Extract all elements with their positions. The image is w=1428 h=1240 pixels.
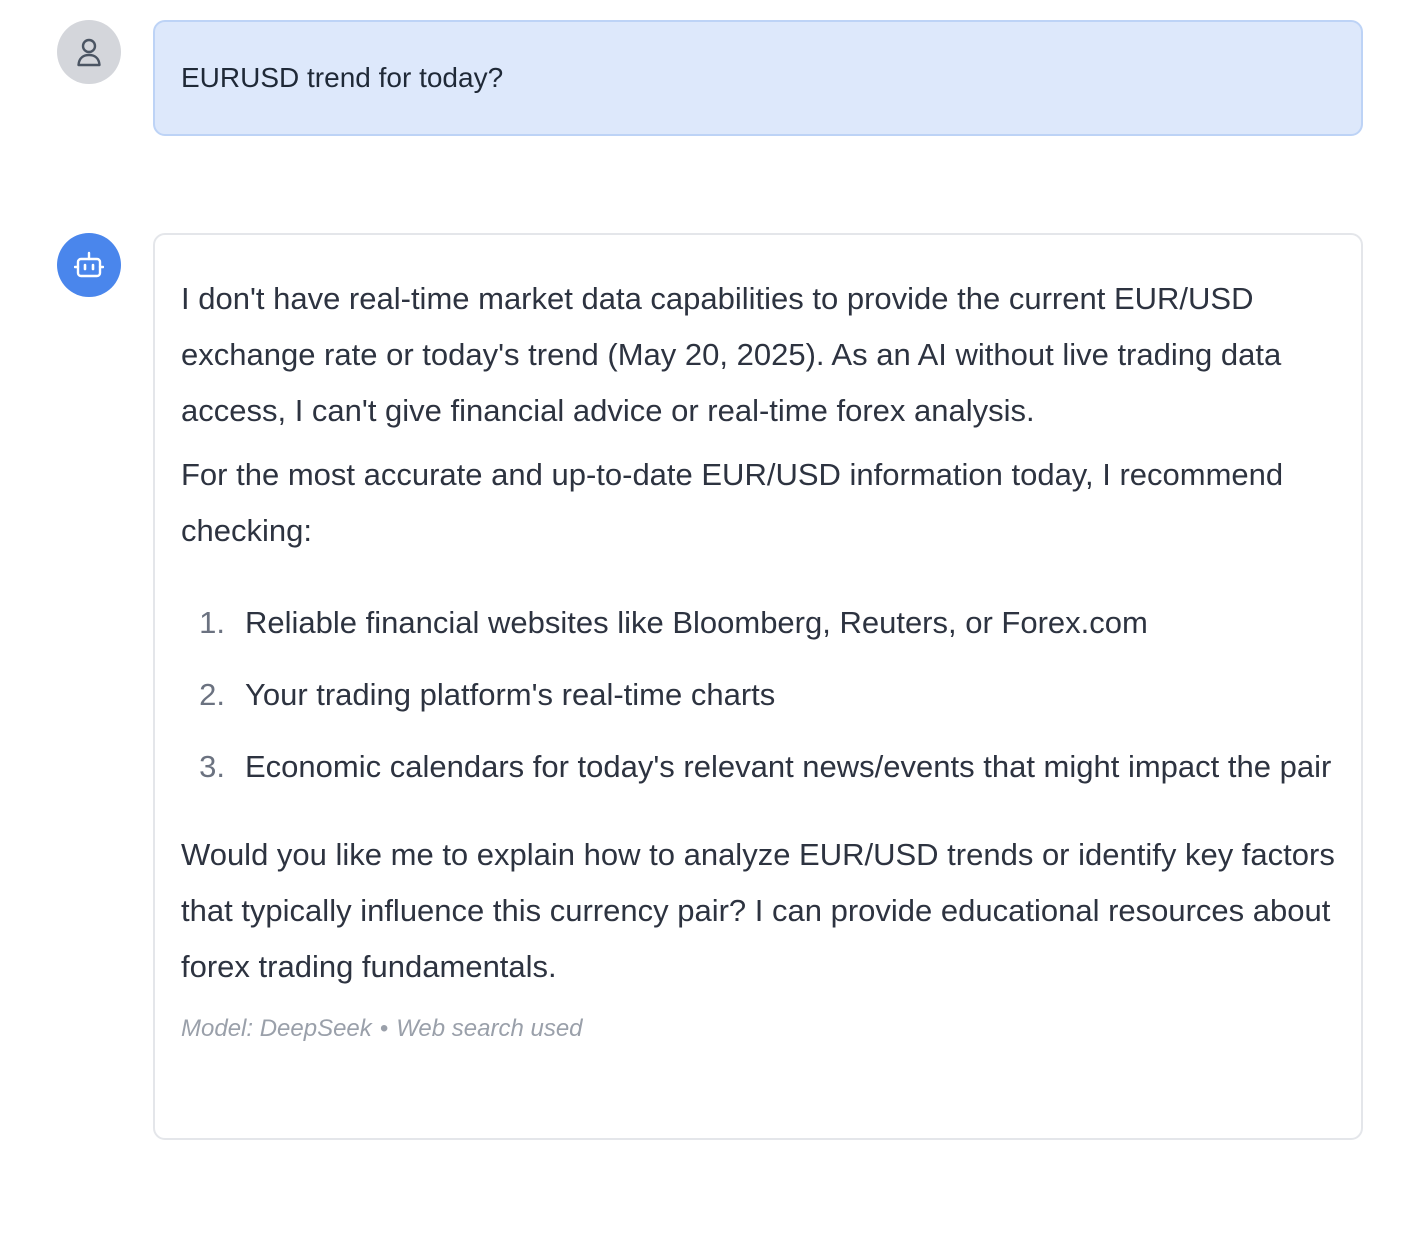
model-label: Model: DeepSeek — [181, 1015, 372, 1042]
list-item-number: 1. — [199, 605, 225, 640]
assistant-message-bubble: I don't have real-time market data capab… — [153, 233, 1363, 1140]
assistant-paragraph: I don't have real-time market data capab… — [181, 281, 1282, 428]
user-message-bubble: EURUSD trend for today? — [153, 20, 1363, 136]
list-item-number: 3. — [199, 749, 225, 784]
list-item-text: Your trading platform's real-time charts — [245, 677, 776, 712]
assistant-paragraph: For the most accurate and up-to-date EUR… — [181, 457, 1284, 548]
assistant-closing-paragraph: Would you like me to explain how to anal… — [181, 837, 1335, 984]
user-avatar — [57, 20, 121, 84]
meta-separator: • — [379, 1015, 389, 1042]
list-item-number: 2. — [199, 677, 225, 712]
web-search-label: Web search used — [396, 1015, 583, 1042]
user-message-text: EURUSD trend for today? — [181, 62, 504, 93]
bot-icon — [74, 251, 104, 278]
list-item-text: Reliable financial websites like Bloombe… — [245, 605, 1148, 640]
assistant-avatar — [57, 233, 121, 297]
list-item: 2. Your trading platform's real-time cha… — [181, 667, 1335, 723]
recommendation-list: 1. Reliable financial websites like Bloo… — [181, 595, 1335, 795]
list-item: 1. Reliable financial websites like Bloo… — [181, 595, 1335, 651]
list-item-text: Economic calendars for today's relevant … — [245, 749, 1332, 784]
user-icon — [77, 38, 101, 67]
list-item: 3. Economic calendars for today's releva… — [181, 739, 1335, 795]
message-meta: Model: DeepSeek • Web search used — [181, 1015, 1335, 1044]
